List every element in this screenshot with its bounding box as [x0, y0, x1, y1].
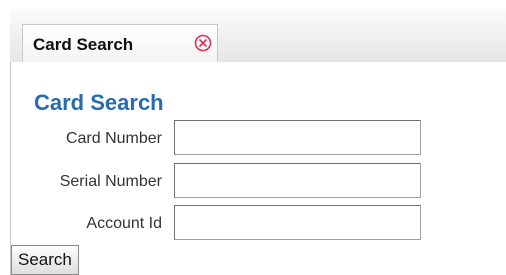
tab-label: Card Search: [33, 35, 134, 54]
card-number-label: Card Number: [65, 130, 162, 147]
close-icon[interactable]: [193, 33, 213, 53]
card-number-input[interactable]: [174, 120, 421, 155]
serial-number-label: Serial Number: [59, 173, 162, 190]
account-id-label: Account Id: [86, 215, 162, 232]
search-button[interactable]: Search: [11, 245, 79, 275]
account-id-input[interactable]: [174, 205, 421, 240]
card-search-panel: Card Search Card Number Serial Number Ac…: [10, 62, 506, 275]
page-title: Card Search: [34, 90, 164, 115]
tab-bar: Card Search: [10, 10, 506, 63]
tab-card-search[interactable]: Card Search: [22, 24, 218, 62]
serial-number-input[interactable]: [174, 163, 421, 198]
